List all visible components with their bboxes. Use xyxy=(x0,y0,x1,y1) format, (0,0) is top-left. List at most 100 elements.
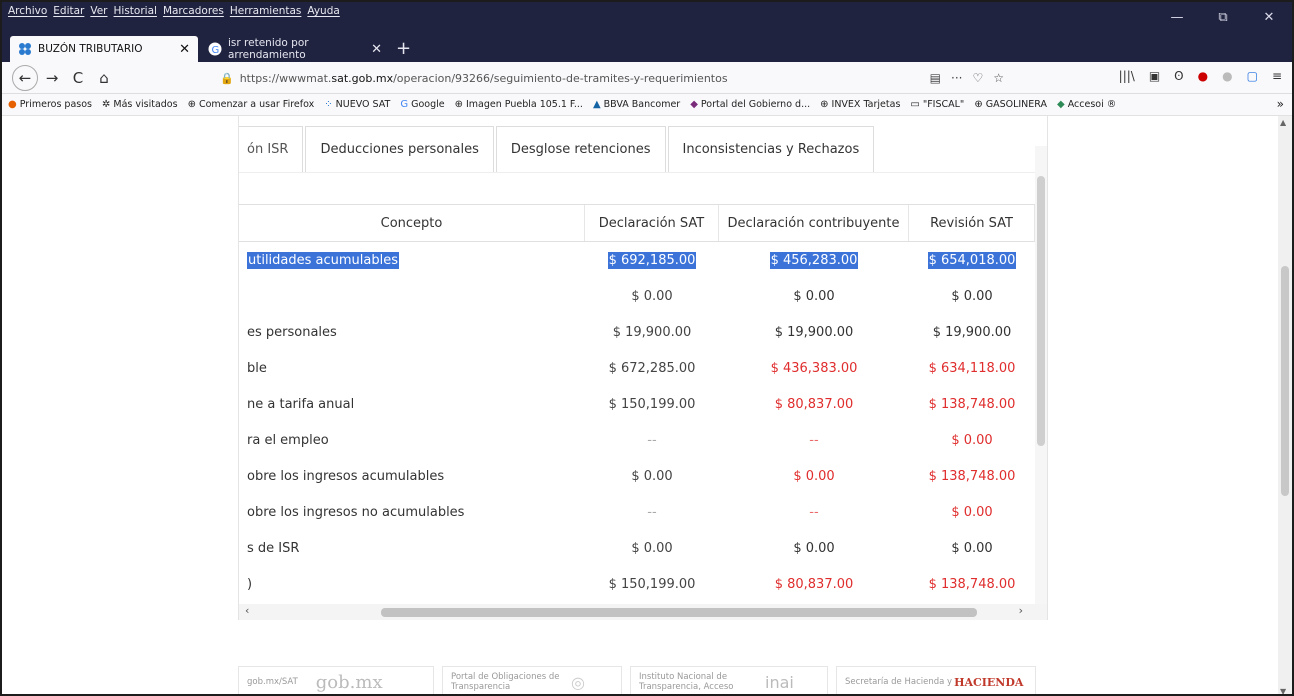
bookmark-item[interactable]: ▭ "FISCAL" xyxy=(910,99,964,110)
bookmark-item[interactable]: ✲ Más visitados xyxy=(102,99,178,110)
close-tab-icon[interactable]: ✕ xyxy=(371,42,382,57)
row-declaracion-sat: $ 692,185.00 xyxy=(607,251,697,269)
hamburger-menu-icon[interactable]: ≡ xyxy=(1272,69,1282,83)
row-declaracion-sat: $ 0.00 xyxy=(631,468,673,484)
tab-deducciones-personales[interactable]: Deducciones personales xyxy=(305,126,494,172)
menu-marcadores[interactable]: Marcadores xyxy=(163,5,224,17)
new-tab-button[interactable]: + xyxy=(396,38,411,59)
row-revision-sat: $ 654,018.00 xyxy=(927,251,1017,269)
pocket-icon[interactable]: ♡ xyxy=(972,71,983,85)
bookmark-item[interactable]: ◆ Accesoi ® xyxy=(1057,99,1116,110)
menu-historial[interactable]: Historial xyxy=(114,5,157,17)
menu-ayuda[interactable]: Ayuda xyxy=(307,5,339,17)
sat-icon: ⁘ xyxy=(324,99,333,110)
bookmark-item[interactable]: ▲ BBVA Bancomer xyxy=(593,99,680,110)
tab-title: BUZÓN TRIBUTARIO xyxy=(38,43,143,55)
minimize-button[interactable]: — xyxy=(1154,2,1200,32)
row-revision-sat: $ 0.00 xyxy=(951,288,993,304)
footer-transparencia-link[interactable]: Portal de Obligaciones de Transparencia … xyxy=(442,666,622,694)
table-row: obre los ingresos acumulables $ 0.00 $ 0… xyxy=(239,458,1035,494)
row-concepto: obre los ingresos acumulables xyxy=(247,468,445,484)
scroll-left-icon[interactable]: ‹ xyxy=(245,604,249,617)
tab-inconsistencias[interactable]: Inconsistencias y Rechazos xyxy=(667,126,875,172)
scroll-down-icon[interactable]: ▼ xyxy=(1280,687,1286,694)
footer-hacienda-link[interactable]: Secretaría de Hacienda y HACIENDA xyxy=(836,666,1036,694)
bookmark-item[interactable]: ⁘ NUEVO SAT xyxy=(324,99,390,110)
close-window-button[interactable]: ✕ xyxy=(1246,2,1292,32)
reload-button[interactable]: C xyxy=(66,66,90,90)
menu-ver[interactable]: Ver xyxy=(90,5,107,17)
browser-window: Archivo Editar Ver Historial Marcadores … xyxy=(0,0,1294,696)
google-icon: G xyxy=(400,99,409,110)
bookmark-label: Imagen Puebla 105.1 F... xyxy=(465,99,583,110)
lock-icon[interactable]: 🔒 xyxy=(220,72,234,85)
bookmark-label: NUEVO SAT xyxy=(335,99,391,110)
extension-icon[interactable]: ● xyxy=(1222,69,1232,83)
bookmark-star-icon[interactable]: ☆ xyxy=(993,71,1004,85)
account-icon[interactable]: ʘ xyxy=(1174,69,1183,83)
scroll-thumb[interactable] xyxy=(1037,176,1045,446)
close-tab-icon[interactable]: ✕ xyxy=(179,42,190,57)
scroll-thumb[interactable] xyxy=(1281,266,1289,496)
url-prefix: https://wwwmat. xyxy=(239,71,332,85)
url-bar[interactable]: 🔒 https://wwwmat.sat.gob.mx/operacion/93… xyxy=(212,66,1012,90)
home-button[interactable]: ⌂ xyxy=(92,66,116,90)
page-vertical-scrollbar[interactable]: ▲ ▼ xyxy=(1278,116,1292,694)
row-revision-sat: $ 0.00 xyxy=(951,504,993,520)
bookmark-item[interactable]: ⊕ INVEX Tarjetas xyxy=(820,99,900,110)
menu-editar[interactable]: Editar xyxy=(53,5,84,17)
circle-logo-icon: ◎ xyxy=(571,672,585,692)
row-revision-sat: $ 138,748.00 xyxy=(928,576,1016,592)
row-declaracion-sat: $ 672,285.00 xyxy=(608,360,696,376)
library-icon[interactable]: |||\ xyxy=(1119,69,1135,83)
menu-archivo[interactable]: Archivo xyxy=(8,5,47,17)
forward-button[interactable]: → xyxy=(40,66,64,90)
url-domain: sat.gob.mx xyxy=(331,71,394,85)
menu-herramientas[interactable]: Herramientas xyxy=(230,5,302,17)
reader-view-icon[interactable]: ▤ xyxy=(930,71,941,85)
tab-isr-retenido[interactable]: G isr retenido por arrendamiento ✕ xyxy=(200,36,390,62)
scroll-right-icon[interactable]: › xyxy=(1019,604,1023,617)
extension-blue-icon[interactable]: ▢ xyxy=(1247,69,1258,83)
back-button[interactable]: ← xyxy=(12,64,38,91)
svg-text:G: G xyxy=(212,45,220,56)
bookmark-item[interactable]: ◆ Portal del Gobierno d... xyxy=(690,99,810,110)
footer-gobmx-link[interactable]: gob.mx/SAT gob.mx xyxy=(238,666,434,694)
folder-icon: ▭ xyxy=(910,99,920,110)
table-vertical-scrollbar[interactable]: ⌄ xyxy=(1035,146,1047,616)
page-content: ón ISR Deducciones personales Desglose r… xyxy=(2,116,1282,694)
table-row: es personales $ 19,900.00 $ 19,900.00 $ … xyxy=(239,314,1035,350)
row-declaracion-contribuyente: -- xyxy=(809,504,819,520)
tab-buzon-tributario[interactable]: BUZÓN TRIBUTARIO ✕ xyxy=(10,36,198,62)
table-horizontal-scrollbar[interactable]: ‹ › xyxy=(239,604,1047,620)
restore-button[interactable]: ⧉ xyxy=(1200,2,1246,32)
row-concepto: es personales xyxy=(247,324,337,340)
bookmark-item[interactable]: ⊕ Imagen Puebla 105.1 F... xyxy=(455,99,583,110)
scroll-thumb[interactable] xyxy=(381,608,977,617)
bookmark-item[interactable]: ● Primeros pasos xyxy=(8,99,92,110)
sat-icon xyxy=(18,42,32,56)
ublock-icon[interactable]: ● xyxy=(1198,69,1208,83)
bookmarks-overflow-icon[interactable]: » xyxy=(1277,97,1284,111)
firefox-icon: ● xyxy=(8,99,17,110)
tabs-divider xyxy=(239,172,1039,173)
scroll-up-icon[interactable]: ▲ xyxy=(1280,118,1286,127)
row-declaracion-contribuyente: $ 0.00 xyxy=(793,288,835,304)
menu-bar: Archivo Editar Ver Historial Marcadores … xyxy=(2,2,1292,32)
globe-icon: ⊕ xyxy=(974,99,983,110)
row-declaracion-contribuyente: $ 0.00 xyxy=(793,540,835,556)
page-actions-icon[interactable]: ··· xyxy=(951,71,962,85)
bookmark-item[interactable]: ⊕ GASOLINERA xyxy=(974,99,1047,110)
tab-determinacion-isr[interactable]: ón ISR xyxy=(239,126,304,172)
bookmark-item[interactable]: ⊕ Comenzar a usar Firefox xyxy=(188,99,315,110)
bbva-icon: ▲ xyxy=(592,99,601,110)
window-controls: — ⧉ ✕ xyxy=(1154,2,1292,32)
sidebar-icon[interactable]: ▣ xyxy=(1149,69,1160,83)
row-declaracion-contribuyente: $ 80,837.00 xyxy=(774,576,854,592)
comparison-table: Concepto Declaración SAT Declaración con… xyxy=(239,204,1035,602)
footer-inai-link[interactable]: Instituto Nacional de Transparencia, Acc… xyxy=(630,666,828,694)
tab-desglose-retenciones[interactable]: Desglose retenciones xyxy=(495,126,666,172)
row-revision-sat: $ 138,748.00 xyxy=(928,396,1016,412)
bookmark-item[interactable]: G Google xyxy=(400,99,444,110)
declaration-panel: ón ISR Deducciones personales Desglose r… xyxy=(238,116,1048,620)
